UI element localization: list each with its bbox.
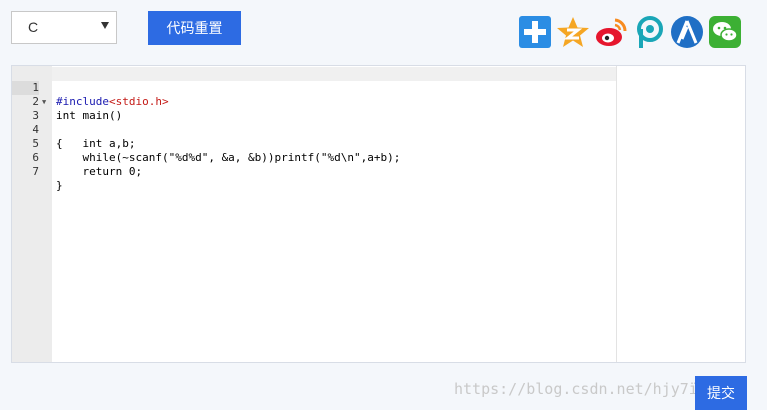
renren-icon[interactable]: [670, 15, 704, 49]
code-line[interactable]: 5 while(~scanf("%d%d", &a, &b))printf("%…: [12, 123, 400, 164]
code-reset-button[interactable]: 代码重置: [148, 11, 241, 45]
weibo-icon[interactable]: [594, 15, 628, 49]
plus-share-icon[interactable]: [518, 15, 552, 49]
code-line[interactable]: 4 int a,b;: [12, 109, 135, 150]
language-select-value: C: [28, 19, 39, 35]
code-editor[interactable]: 1 #include<stdio.h> 2 int main() 3 ▼ { 4…: [11, 65, 746, 363]
code-text[interactable]: int a,b;: [56, 137, 135, 151]
code-text[interactable]: #include<stdio.h>: [56, 95, 169, 109]
wechat-icon[interactable]: [708, 15, 742, 49]
code-line[interactable]: 1 #include<stdio.h>: [12, 67, 169, 108]
qzone-star-icon[interactable]: [556, 15, 590, 49]
fold-arrow-icon[interactable]: ▼: [42, 95, 46, 109]
code-text[interactable]: while(~scanf("%d%d", &a, &b))printf("%d\…: [56, 151, 400, 165]
code-line[interactable]: 3 ▼ {: [12, 95, 62, 150]
active-line-highlight: [52, 67, 616, 81]
p-share-icon[interactable]: [633, 15, 667, 49]
code-text[interactable]: int main(): [56, 109, 122, 123]
submit-button[interactable]: 提交: [695, 376, 747, 410]
watermark-text: https://blog.csdn.net/hjy7ï68: [454, 380, 716, 398]
print-margin: [616, 66, 617, 362]
code-line[interactable]: 2 int main(): [12, 81, 122, 122]
chevron-down-icon: [101, 22, 109, 29]
code-line[interactable]: 6 return 0;: [12, 137, 142, 178]
code-text[interactable]: }: [56, 179, 63, 193]
code-line[interactable]: 7 }: [12, 151, 62, 192]
language-select[interactable]: C: [11, 11, 117, 44]
code-text[interactable]: return 0;: [56, 165, 142, 179]
line-number: 7: [32, 165, 39, 178]
